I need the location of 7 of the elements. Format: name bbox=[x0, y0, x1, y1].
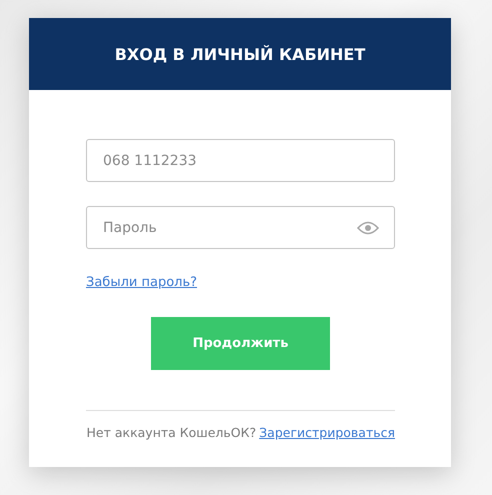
password-field[interactable]: Пароль bbox=[86, 206, 395, 249]
register-link[interactable]: Зарегистрироваться bbox=[259, 425, 395, 440]
footer-text: Нет аккаунта КошельОК? bbox=[86, 425, 256, 440]
forgot-password-link[interactable]: Забыли пароль? bbox=[86, 275, 198, 295]
phone-field[interactable]: 068 1112233 bbox=[86, 139, 395, 182]
eye-icon[interactable] bbox=[357, 221, 379, 235]
header-title: ВХОД В ЛИЧНЫЙ КАБИНЕТ bbox=[114, 44, 366, 64]
